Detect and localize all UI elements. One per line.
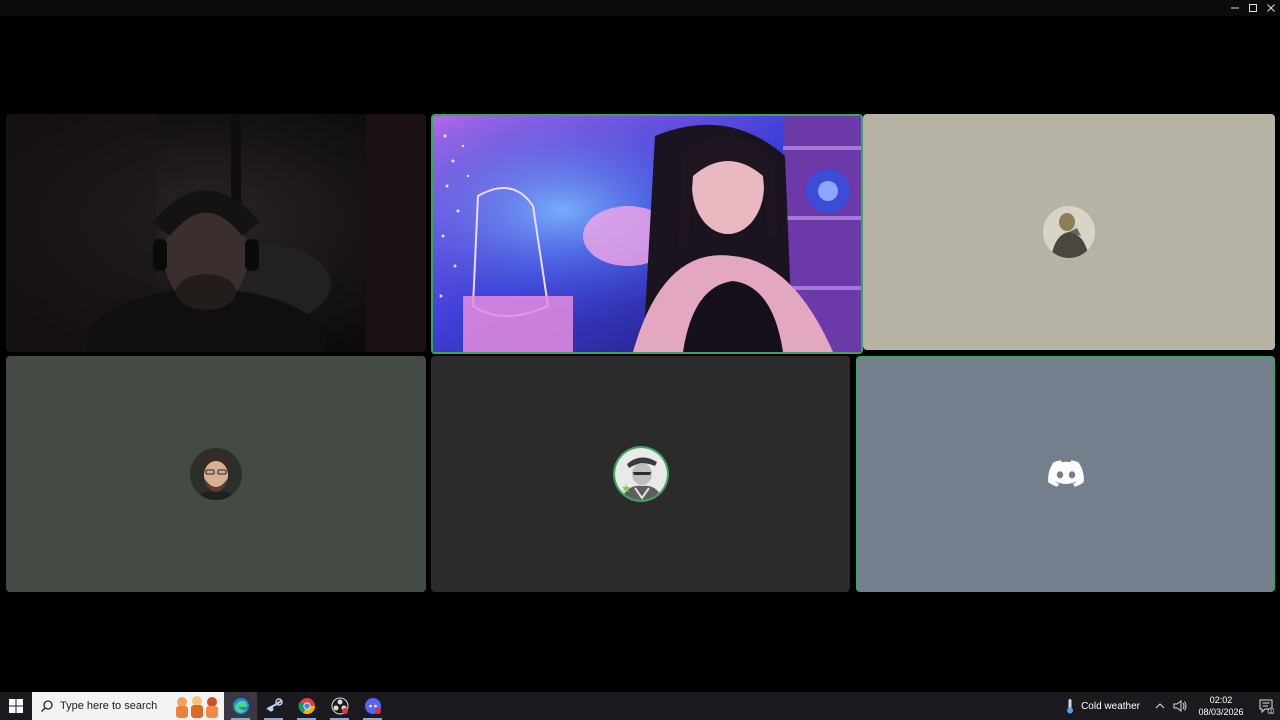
bearded-man-avatar-icon <box>190 448 242 500</box>
minimize-button[interactable] <box>1226 0 1244 16</box>
clock-date: 08/03/2026 <box>1198 707 1244 717</box>
taskbar-app-obs[interactable] <box>323 692 356 720</box>
volume-icon[interactable] <box>1172 692 1188 720</box>
discord-logo-icon <box>1047 460 1084 488</box>
officer-avatar-icon <box>614 448 667 500</box>
participant-tile-5[interactable] <box>431 356 850 592</box>
participant-tile-video-1[interactable] <box>6 114 426 352</box>
participant-tile-6[interactable] <box>856 356 1275 592</box>
system-tray: Cold weather 02:02 08/03/2026 1 <box>1065 692 1280 720</box>
taskbar-app-discord[interactable] <box>356 692 389 720</box>
clock-time: 02:02 <box>1209 695 1233 705</box>
search-placeholder: Type here to search <box>60 700 158 712</box>
maximize-button[interactable] <box>1244 0 1262 16</box>
window-title-bar <box>0 0 1280 16</box>
video-feed-dark-room <box>6 114 426 352</box>
search-highlight-illustration <box>170 694 222 718</box>
participant-tile-4[interactable] <box>6 356 426 592</box>
participant-tile-3[interactable] <box>863 114 1275 350</box>
thermometer-icon <box>1067 699 1074 714</box>
windows-taskbar: Type here to search Cold weather 02:02 0… <box>0 692 1280 720</box>
close-button[interactable] <box>1262 0 1280 16</box>
statue-avatar-icon <box>1043 206 1095 258</box>
show-hidden-icons-chevron-up-icon[interactable] <box>1152 692 1168 720</box>
weather-text: Cold weather <box>1081 700 1140 712</box>
notification-icon: 1 <box>1259 699 1274 714</box>
taskbar-app-edge[interactable] <box>224 692 257 720</box>
weather-widget[interactable]: Cold weather <box>1065 698 1140 714</box>
taskbar-app-chrome[interactable] <box>290 692 323 720</box>
call-stage <box>0 16 1280 692</box>
taskbar-app-steam[interactable] <box>257 692 290 720</box>
start-button[interactable] <box>0 692 32 720</box>
edge-icon <box>232 698 249 714</box>
chrome-icon <box>298 698 315 715</box>
taskbar-search-box[interactable]: Type here to search <box>32 692 224 720</box>
participant-tile-video-2[interactable] <box>431 114 863 354</box>
windows-logo-icon <box>9 699 23 713</box>
search-icon <box>41 700 53 712</box>
notification-center-button[interactable]: 1 <box>1252 692 1280 720</box>
obs-icon <box>331 697 348 715</box>
video-feed-neon-room <box>433 116 861 352</box>
steam-icon <box>266 698 283 712</box>
taskbar-clock[interactable]: 02:02 08/03/2026 <box>1196 694 1246 718</box>
discord-icon <box>364 698 381 714</box>
notification-count-badge: 1 <box>1270 709 1273 714</box>
